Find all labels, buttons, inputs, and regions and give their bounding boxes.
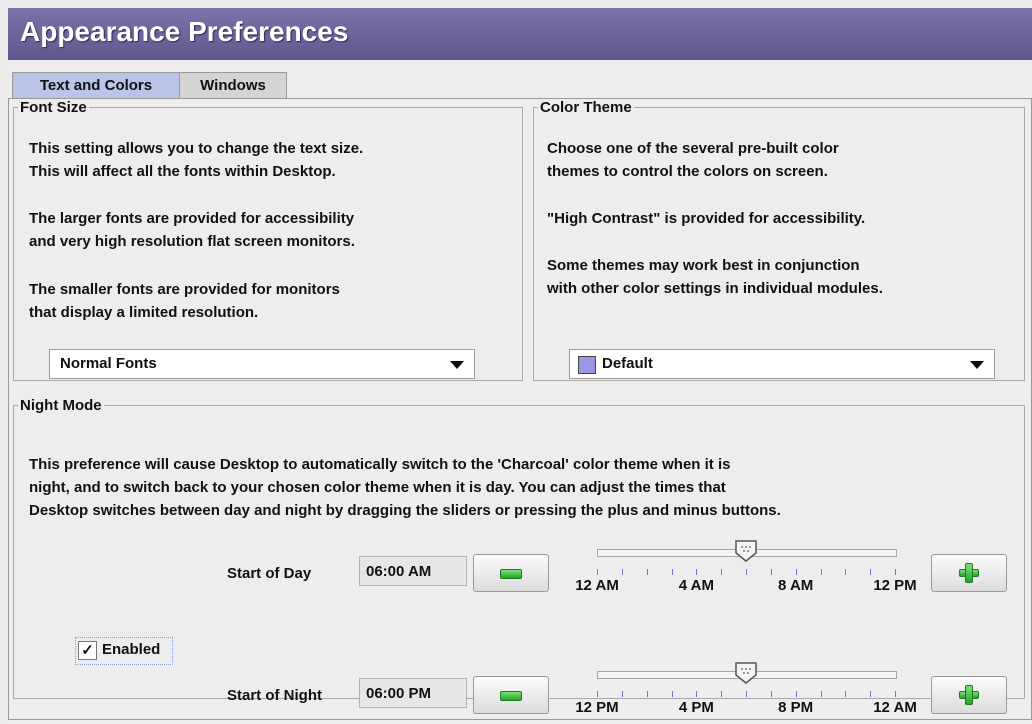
enabled-label: Enabled <box>102 641 161 658</box>
start-of-night-slider[interactable]: 12 PM 4 PM 8 PM 12 AM <box>575 661 917 721</box>
slider-tick <box>895 569 896 575</box>
start-of-day-label: Start of Day <box>227 565 312 582</box>
slider-tick <box>671 691 673 697</box>
slider-tick <box>597 569 598 575</box>
font-size-text-1: This setting allows you to change the te… <box>29 140 364 157</box>
color-theme-text-2: themes to control the colors on screen. <box>547 163 828 180</box>
tab-text-and-colors[interactable]: Text and Colors <box>12 72 180 99</box>
preferences-content: Text and Colors Windows Font Size This s… <box>8 60 1032 724</box>
night-minus-button[interactable] <box>473 676 549 714</box>
start-of-day-field[interactable]: 06:00 AM <box>359 556 467 586</box>
slider-tick-label: 8 AM <box>778 577 814 594</box>
slider-tick <box>746 569 747 575</box>
slider-tick <box>646 691 648 697</box>
start-of-night-label: Start of Night <box>227 687 322 704</box>
color-theme-text-1: Choose one of the several pre-built colo… <box>547 140 839 157</box>
font-size-text-2: This will affect all the fonts within De… <box>29 163 336 180</box>
slider-tick <box>621 691 623 697</box>
color-theme-text-4: Some themes may work best in conjunction <box>547 257 860 274</box>
slider-tick <box>795 691 797 697</box>
slider-tick-label: 12 PM <box>873 577 917 594</box>
plus-icon <box>959 563 979 583</box>
tab-panel: Font Size This setting allows you to cha… <box>8 98 1032 720</box>
color-theme-legend: Color Theme <box>540 99 632 116</box>
plus-icon <box>959 685 979 705</box>
slider-tick <box>845 569 847 575</box>
slider-tick <box>820 691 822 697</box>
minus-icon <box>500 691 522 701</box>
slider-tick <box>795 569 797 575</box>
font-size-dropdown[interactable]: Normal Fonts <box>49 349 475 379</box>
slider-tick <box>845 691 847 697</box>
font-size-selected: Normal Fonts <box>60 355 157 372</box>
night-mode-text-1: This preference will cause Desktop to au… <box>29 456 731 473</box>
title-bar: Appearance Preferences <box>8 8 1032 61</box>
font-size-text-4: and very high resolution flat screen mon… <box>29 233 355 250</box>
start-of-night-field[interactable]: 06:00 PM <box>359 678 467 708</box>
slider-tick <box>621 569 623 575</box>
checkmark-icon: ✓ <box>78 641 97 660</box>
chevron-down-icon <box>450 361 464 369</box>
slider-tick <box>770 569 772 575</box>
slider-tick <box>870 691 872 697</box>
slider-tick <box>646 569 648 575</box>
minus-icon <box>500 569 522 579</box>
font-size-text-6: that display a limited resolution. <box>29 304 259 321</box>
slider-tick <box>696 569 698 575</box>
slider-tick-label: 12 PM <box>575 699 619 716</box>
font-size-text-3: The larger fonts are provided for access… <box>29 210 355 227</box>
slider-tick <box>671 569 673 575</box>
window-title: Appearance Preferences <box>20 16 349 47</box>
chevron-down-icon <box>970 361 984 369</box>
enabled-checkbox[interactable]: ✓ Enabled <box>75 637 173 665</box>
slider-tick <box>597 691 598 697</box>
slider-tick <box>895 691 896 697</box>
slider-tick <box>770 691 772 697</box>
start-of-day-slider[interactable]: 12 AM 4 AM 8 AM 12 PM <box>575 539 917 599</box>
slider-tick-label: 8 PM <box>778 699 814 716</box>
slider-tick-label: 4 PM <box>678 699 714 716</box>
slider-tick <box>721 691 723 697</box>
color-theme-text-3: "High Contrast" is provided for accessib… <box>547 210 866 227</box>
night-mode-legend: Night Mode <box>20 397 102 414</box>
slider-tick-label: 4 AM <box>678 577 714 594</box>
color-theme-selected: Default <box>602 355 653 372</box>
tab-windows[interactable]: Windows <box>179 72 287 99</box>
night-mode-text-3: Desktop switches between day and night b… <box>29 502 781 519</box>
slider-tick <box>696 691 698 697</box>
day-plus-button[interactable] <box>931 554 1007 592</box>
font-size-text-5: The smaller fonts are provided for monit… <box>29 281 340 298</box>
color-swatch-icon <box>578 356 596 374</box>
slider-tick <box>870 569 872 575</box>
slider-tick-label: 12 AM <box>575 577 619 594</box>
font-size-legend: Font Size <box>20 99 87 116</box>
color-theme-text-5: with other color settings in individual … <box>547 280 883 297</box>
slider-tick <box>746 691 747 697</box>
night-mode-text-2: night, and to switch back to your chosen… <box>29 479 726 496</box>
slider-tick-label: 12 AM <box>873 699 917 716</box>
color-theme-dropdown[interactable]: Default <box>569 349 995 379</box>
day-minus-button[interactable] <box>473 554 549 592</box>
night-plus-button[interactable] <box>931 676 1007 714</box>
slider-tick <box>721 569 723 575</box>
slider-tick <box>820 569 822 575</box>
